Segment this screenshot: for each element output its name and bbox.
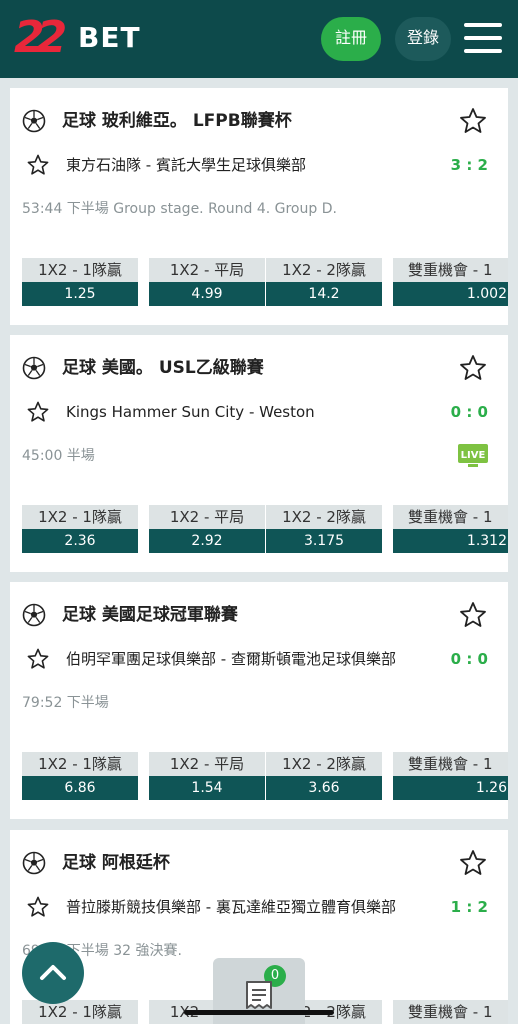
odd-label: 1X2 - 平局 (149, 258, 265, 282)
odd-label: 1X2 - 1隊贏 (22, 258, 138, 282)
odd-button-1x2-draw[interactable]: 1X2 - 平局 2.92 (149, 505, 265, 553)
star-favorite-icon[interactable] (458, 353, 488, 383)
match-card[interactable]: 足球 美國足球冠軍聯賽 伯明罕軍團足球俱樂部 - 查爾斯頓電池足球俱樂部 0 :… (10, 582, 508, 819)
match-status: 53:44 下半場 Group stage. Round 4. Group D. (22, 201, 337, 217)
match-score: 0 : 0 (450, 403, 488, 421)
odd-label: 1X2 - 2隊贏 (266, 752, 382, 776)
league-name: 足球 美國。 USL乙級聯賽 (62, 358, 264, 378)
odd-button-1x2-draw[interactable]: 1X2 - 平局 1.54 (149, 752, 265, 800)
match-status: 79:52 下半場 (22, 695, 109, 711)
odd-button-double-chance[interactable]: 雙重機會 - 1 1.26 (393, 752, 508, 800)
match-score: 3 : 2 (450, 156, 488, 174)
odd-value: 3.66 (266, 776, 382, 800)
odd-button-1x2-draw[interactable]: 1X2 - 平局 4.99 (149, 258, 265, 306)
odd-button-1x2-home[interactable]: 1X2 - 1隊贏 6.86 (22, 752, 138, 800)
star-favorite-icon[interactable] (26, 400, 50, 424)
match-row[interactable]: Kings Hammer Sun City - Weston 0 : 0 (26, 397, 494, 427)
match-row[interactable]: 東方石油隊 - 賓託大學生足球俱樂部 3 : 2 (26, 150, 494, 180)
odd-button-1x2-away[interactable]: 1X2 - 2隊贏 14.2 (266, 258, 382, 306)
odd-label: 雙重機會 - 1 (393, 752, 508, 776)
odd-button-double-chance[interactable]: 雙重機會 - 1 (393, 1000, 508, 1024)
top-header: 22 BET 註冊 登錄 (0, 0, 518, 78)
league-header: 足球 美國足球冠軍聯賽 (22, 600, 492, 630)
betslip-icon (246, 981, 272, 1009)
logo-digits: 22 (14, 12, 67, 63)
match-row[interactable]: 普拉滕斯競技俱樂部 - 裏瓦達維亞獨立體育俱樂部 1 : 2 (26, 892, 494, 922)
star-favorite-icon[interactable] (458, 848, 488, 878)
league-header: 足球 玻利維亞。 LFPB聯賽杯 (22, 106, 492, 136)
odd-label: 雙重機會 - 1 (393, 1000, 508, 1024)
odd-label: 1X2 - 1隊贏 (22, 752, 138, 776)
soccer-ball-icon (22, 109, 46, 133)
odd-button-1x2-home[interactable]: 1X2 - 1隊贏 2.36 (22, 505, 138, 553)
register-button[interactable]: 註冊 (321, 17, 381, 61)
odds-row: 1X2 - 1隊贏 6.86 1X2 - 平局 1.54 1X2 - 2隊贏 3.66… (22, 752, 508, 800)
soccer-ball-icon (22, 356, 46, 380)
odd-button-1x2-away[interactable]: 1X2 - 2隊贏 3.175 (266, 505, 382, 553)
league-name: 足球 阿根廷杯 (62, 853, 170, 873)
odd-button-double-chance[interactable]: 雙重機會 - 1 1.002 (393, 258, 508, 306)
match-status: 45:00 半場 (22, 448, 95, 464)
soccer-ball-icon (22, 603, 46, 627)
league-name: 足球 玻利維亞。 LFPB聯賽杯 (62, 111, 292, 131)
odd-value: 2.92 (149, 529, 265, 553)
hamburger-menu-icon[interactable] (462, 21, 504, 55)
live-stream-icon[interactable]: LIVE (457, 443, 489, 469)
match-card[interactable]: 足球 美國。 USL乙級聯賽 Kings Hammer Sun City - W… (10, 335, 508, 572)
odd-value: 3.175 (266, 529, 382, 553)
odd-value: 1.26 (393, 776, 508, 800)
match-teams: 東方石油隊 - 賓託大學生足球俱樂部 (66, 156, 306, 174)
match-teams: 伯明罕軍團足球俱樂部 - 查爾斯頓電池足球俱樂部 (66, 650, 396, 668)
scroll-to-top-button[interactable] (22, 942, 84, 1004)
login-button[interactable]: 登錄 (395, 17, 451, 61)
star-favorite-icon[interactable] (458, 106, 488, 136)
odd-value: 6.86 (22, 776, 138, 800)
soccer-ball-icon (22, 851, 46, 875)
odd-button-double-chance[interactable]: 雙重機會 - 1 1.312 (393, 505, 508, 553)
match-teams: Kings Hammer Sun City - Weston (66, 403, 315, 421)
league-header: 足球 阿根廷杯 (22, 848, 492, 878)
star-favorite-icon[interactable] (26, 647, 50, 671)
match-row[interactable]: 伯明罕軍團足球俱樂部 - 查爾斯頓電池足球俱樂部 0 : 0 (26, 644, 494, 674)
odd-label: 1X2 - 2隊贏 (266, 505, 382, 529)
odd-label: 1X2 - 平局 (149, 752, 265, 776)
odd-label: 1X2 - 2隊贏 (266, 258, 382, 282)
odd-value: 2.36 (22, 529, 138, 553)
match-score: 0 : 0 (450, 650, 488, 668)
home-indicator-bar (184, 1010, 334, 1015)
odd-label: 雙重機會 - 1 (393, 258, 508, 282)
match-card[interactable]: 足球 玻利維亞。 LFPB聯賽杯 東方石油隊 - 賓託大學生足球俱樂部 3 : … (10, 88, 508, 325)
match-score: 1 : 2 (450, 898, 488, 916)
odd-value: 1.25 (22, 282, 138, 306)
odd-button-1x2-away[interactable]: 1X2 - 2隊贏 3.66 (266, 752, 382, 800)
odd-value: 1.002 (393, 282, 508, 306)
star-favorite-icon[interactable] (26, 895, 50, 919)
chevron-up-icon (40, 965, 66, 980)
odd-button-1x2-home[interactable]: 1X2 - 1隊贏 1.25 (22, 258, 138, 306)
odd-value: 4.99 (149, 282, 265, 306)
odds-row: 1X2 - 1隊贏 1.25 1X2 - 平局 4.99 1X2 - 2隊贏 14.2… (22, 258, 508, 306)
match-teams: 普拉滕斯競技俱樂部 - 裏瓦達維亞獨立體育俱樂部 (66, 898, 396, 916)
odds-row: 1X2 - 1隊贏 2.36 1X2 - 平局 2.92 1X2 - 2隊贏 3.17… (22, 505, 508, 553)
22bet-logo[interactable]: 22 BET (14, 12, 154, 64)
league-name: 足球 美國足球冠軍聯賽 (62, 605, 238, 625)
odd-label: 1X2 - 1隊贏 (22, 505, 138, 529)
star-favorite-icon[interactable] (458, 600, 488, 630)
odd-value: 14.2 (266, 282, 382, 306)
logo-text: BET (78, 21, 141, 54)
odd-value: 1.312 (393, 529, 508, 553)
league-header: 足球 美國。 USL乙級聯賽 (22, 353, 492, 383)
odd-value: 1.54 (149, 776, 265, 800)
odd-label: 雙重機會 - 1 (393, 505, 508, 529)
star-favorite-icon[interactable] (26, 153, 50, 177)
odd-label: 1X2 - 平局 (149, 505, 265, 529)
live-label: LIVE (461, 450, 486, 461)
